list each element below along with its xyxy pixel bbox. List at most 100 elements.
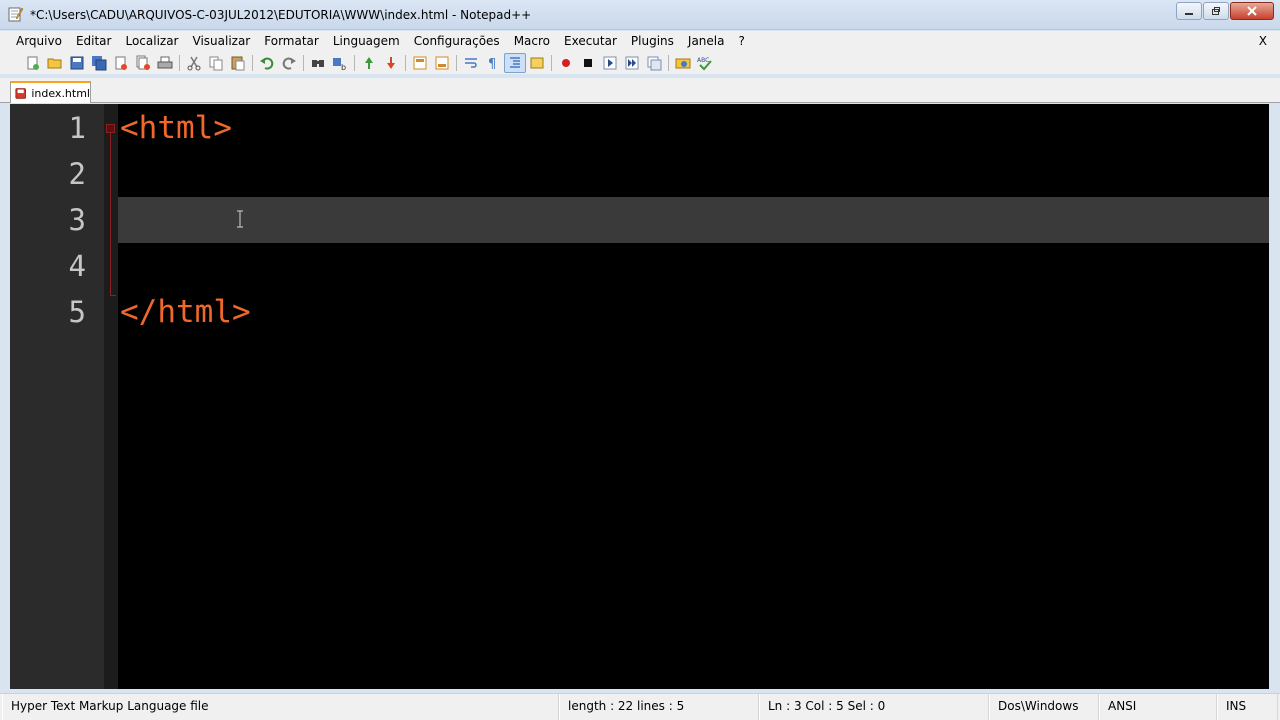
find-icon [312, 59, 324, 67]
menu-plugins[interactable]: Plugins [624, 31, 681, 51]
cut-icon [187, 56, 201, 70]
sync-horizontal-button[interactable] [431, 53, 453, 73]
close-window-button[interactable] [1230, 2, 1274, 20]
document-tab-bar: index.html [0, 78, 1280, 103]
toolbar: b ¶ ABC [0, 51, 1280, 74]
code-editor[interactable]: 1 2 3 4 5 <html> </html> [10, 104, 1269, 689]
copy-button[interactable] [205, 53, 227, 73]
show-all-chars-button[interactable]: ¶ [482, 53, 504, 73]
maximize-button[interactable] [1203, 2, 1229, 20]
find-button[interactable] [307, 53, 329, 73]
zoom-in-button[interactable] [358, 53, 380, 73]
save-all-button[interactable] [88, 53, 110, 73]
run-macro-multiple-icon [625, 56, 639, 69]
menu-macro[interactable]: Macro [507, 31, 557, 51]
show-all-chars-icon: ¶ [488, 57, 496, 71]
code-line[interactable]: </html> [120, 289, 251, 335]
menu-janela[interactable]: Janela [681, 31, 732, 51]
copy-icon [209, 56, 223, 70]
code-line[interactable]: <html> [120, 105, 232, 151]
save-all-icon [92, 55, 107, 70]
save-icon [70, 56, 84, 69]
paste-button[interactable] [227, 53, 249, 73]
title-bar: *C:\Users\CADU\ARQUIVOS-C-03JUL2012\EDUT… [0, 0, 1280, 30]
tab-label: index.html [31, 86, 90, 100]
toolbar-separator [179, 54, 180, 71]
line-number: 1 [68, 111, 86, 145]
indent-guide-button[interactable] [504, 52, 526, 73]
record-macro-icon [562, 58, 570, 67]
record-macro-button[interactable] [555, 53, 577, 73]
status-eol: Dos\Windows [989, 694, 1099, 720]
svg-text:b: b [341, 63, 346, 71]
toolbar-separator [354, 54, 355, 71]
menu-bar: Arquivo Editar Localizar Visualizar Form… [0, 31, 1280, 51]
redo-button[interactable] [278, 53, 300, 73]
fold-range-end [110, 295, 116, 296]
fold-margin[interactable] [104, 104, 118, 689]
notepad-app-icon[interactable] [7, 6, 23, 22]
undo-button[interactable] [256, 53, 278, 73]
stop-record-button[interactable] [577, 53, 599, 73]
print-icon [157, 56, 173, 68]
stop-record-icon [584, 58, 592, 67]
menu-arquivo[interactable]: Arquivo [9, 31, 69, 51]
toolbar-separator [551, 54, 552, 71]
zoom-out-button[interactable] [380, 53, 402, 73]
open-file-icon [47, 58, 62, 68]
close-icon [1247, 6, 1257, 16]
save-button[interactable] [66, 53, 88, 73]
line-number: 3 [68, 203, 86, 237]
menu-help[interactable]: ? [731, 31, 751, 51]
unsaved-file-icon [15, 87, 26, 99]
save-macro-button[interactable] [643, 53, 665, 73]
close-document-button[interactable]: X [1259, 31, 1267, 51]
close-button[interactable] [110, 53, 132, 73]
undo-icon [260, 57, 274, 70]
menu-executar[interactable]: Executar [557, 31, 624, 51]
fold-toggle-icon[interactable] [106, 124, 115, 133]
launch-browser-button[interactable] [672, 53, 694, 73]
launch-browser-icon [675, 58, 691, 68]
redo-icon [282, 57, 296, 70]
menu-linguagem[interactable]: Linguagem [326, 31, 407, 51]
sync-vertical-icon [413, 56, 427, 69]
sync-horizontal-icon [435, 56, 449, 69]
fold-range-line [110, 133, 111, 295]
ibeam-cursor-icon [237, 210, 243, 228]
new-file-button[interactable] [22, 53, 44, 73]
word-wrap-button[interactable] [460, 53, 482, 73]
sync-vertical-button[interactable] [409, 53, 431, 73]
svg-text:ABC: ABC [697, 57, 709, 64]
toolbar-separator [456, 54, 457, 71]
play-macro-button[interactable] [599, 53, 621, 73]
status-insert-mode: INS [1217, 694, 1278, 720]
run-macro-multiple-button[interactable] [621, 53, 643, 73]
cut-button[interactable] [183, 53, 205, 73]
line-number: 5 [68, 295, 86, 329]
line-number-gutter: 1 2 3 4 5 [10, 104, 104, 689]
menu-formatar[interactable]: Formatar [257, 31, 326, 51]
svg-text:¶: ¶ [488, 57, 496, 71]
replace-button[interactable]: b [329, 53, 351, 73]
menu-visualizar[interactable]: Visualizar [186, 31, 258, 51]
open-file-button[interactable] [44, 53, 66, 73]
status-length-lines: length : 22 lines : 5 [559, 694, 759, 720]
minimize-icon [1185, 13, 1193, 15]
spell-check-button[interactable]: ABC [694, 53, 716, 73]
user-lang-button[interactable] [526, 53, 548, 73]
window-title: *C:\Users\CADU\ARQUIVOS-C-03JUL2012\EDUT… [30, 8, 532, 22]
menu-configuracoes[interactable]: Configurações [407, 31, 507, 51]
menu-localizar[interactable]: Localizar [118, 31, 185, 51]
toolbar-separator [252, 54, 253, 71]
paste-icon [231, 56, 245, 70]
tab-index-html[interactable]: index.html [10, 81, 91, 103]
zoom-in-icon [365, 56, 373, 69]
menu-editar[interactable]: Editar [69, 31, 119, 51]
minimize-button[interactable] [1176, 2, 1202, 20]
status-file-type: Hyper Text Markup Language file [2, 694, 559, 720]
close-all-button[interactable] [132, 53, 154, 73]
print-button[interactable] [154, 53, 176, 73]
close-all-icon [136, 55, 150, 70]
toolbar-separator [668, 54, 669, 71]
